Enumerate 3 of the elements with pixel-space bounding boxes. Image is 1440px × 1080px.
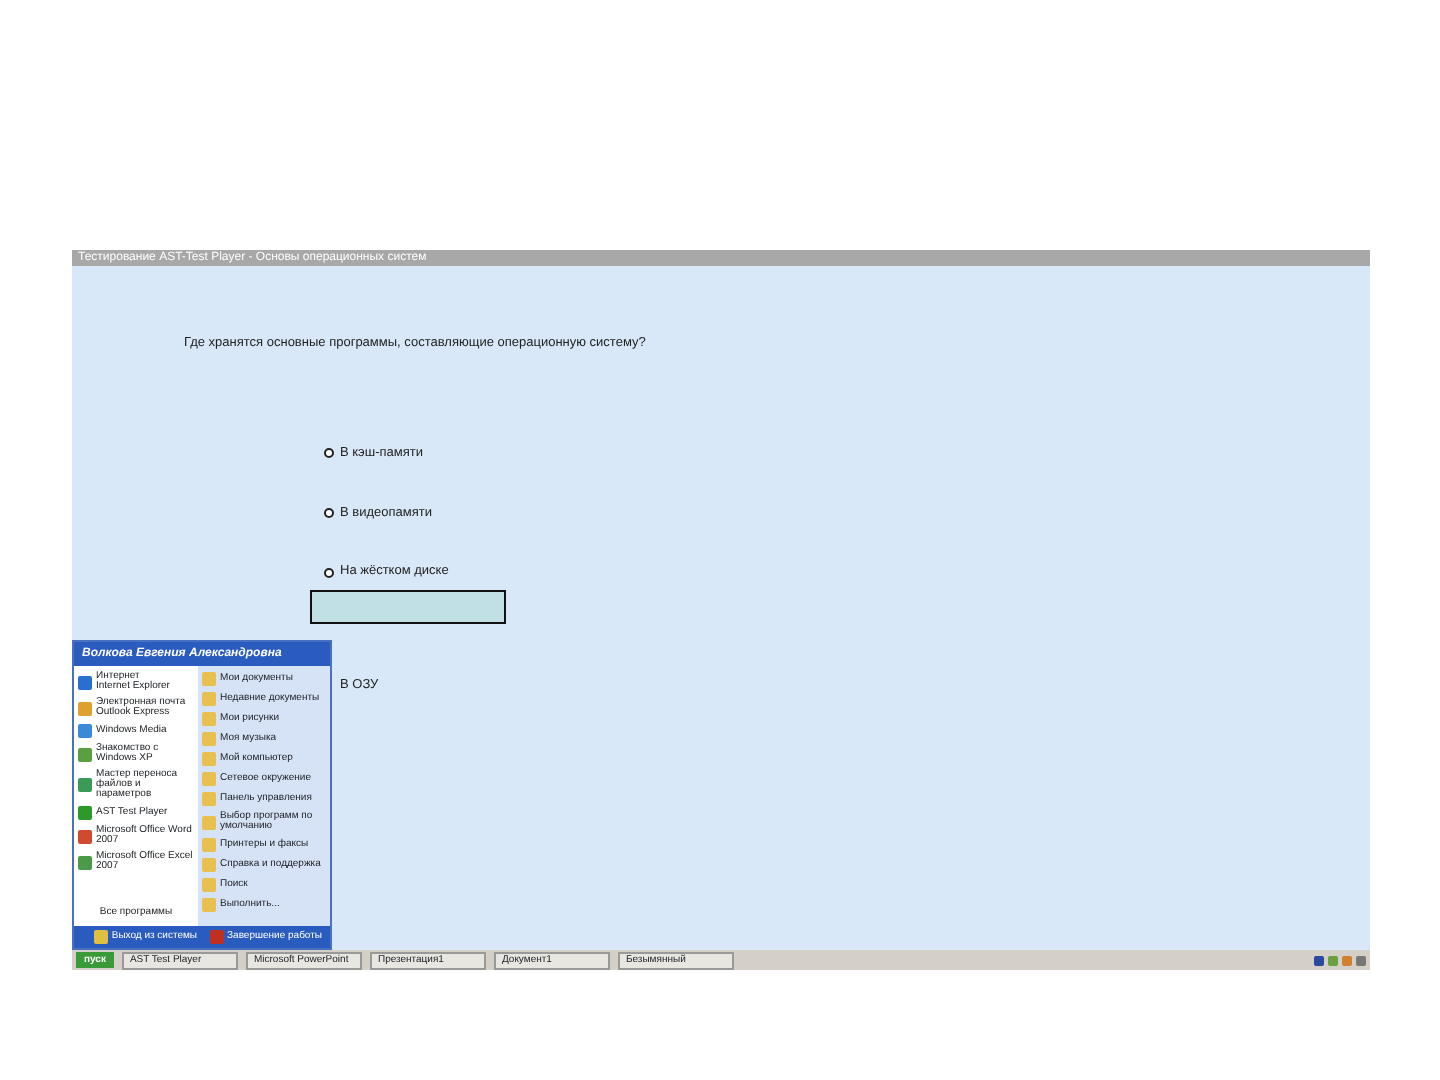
radio-button[interactable] [324,567,334,578]
radio-button[interactable] [324,448,334,459]
radio-button[interactable] [324,507,334,518]
